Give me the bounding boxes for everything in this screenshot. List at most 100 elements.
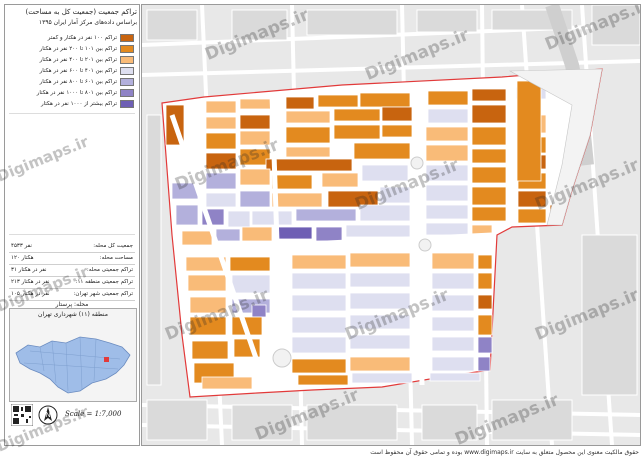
legend-label: تراکم بین ۱۰۱ تا ۲۰۰ نفر در هکتار <box>39 46 117 52</box>
stat-value: ۳۱ نفر در هکتار <box>11 267 47 273</box>
census-block <box>425 144 469 162</box>
legend-swatch <box>120 56 134 64</box>
census-block <box>333 124 381 140</box>
census-block <box>239 168 271 186</box>
census-block <box>285 126 331 144</box>
legend-item: تراکم بین ۲۰۱ تا ۴۰۰ نفر در هکتار <box>9 55 135 65</box>
census-block <box>215 228 241 242</box>
stat-row: جمعیت کل محله: ۴۵۳۳ نفر <box>9 241 135 253</box>
census-block <box>239 130 271 146</box>
tehran-locator-svg <box>15 336 131 394</box>
roundabout <box>418 238 432 252</box>
legend-item: تراکم بین ۸۰۱ تا ۱۰۰۰ نفر در هکتار <box>9 88 135 98</box>
legend-label: تراکم بین ۴۰۱ تا ۶۰۰ نفر در هکتار <box>39 68 117 74</box>
census-block <box>349 292 411 310</box>
census-block <box>361 164 409 182</box>
census-block <box>359 204 411 222</box>
legend-item: تراکم بین ۶۰۱ تا ۸۰۰ نفر در هکتار <box>9 77 135 87</box>
census-block <box>349 334 411 350</box>
census-block <box>471 104 507 124</box>
census-block <box>291 316 347 334</box>
census-block <box>471 206 507 222</box>
legend-swatch <box>120 45 134 53</box>
census-block <box>431 316 475 332</box>
stat-value: ۲۱۳ نفر در هکتار <box>11 279 50 285</box>
stat-value: ۴۵۳۳ نفر <box>11 243 32 249</box>
legend-label: تراکم بین ۶۰۱ تا ۸۰۰ نفر در هکتار <box>39 79 117 85</box>
roundabout <box>272 348 292 368</box>
census-block <box>477 294 493 310</box>
census-block <box>517 208 547 224</box>
census-block <box>205 100 237 114</box>
census-block <box>189 316 227 336</box>
census-block <box>205 116 237 130</box>
census-block <box>359 92 411 108</box>
census-block <box>471 126 507 146</box>
census-block <box>201 376 253 390</box>
stat-label: تراکم جمعیتی منطقه ۱۱: <box>75 279 133 285</box>
census-block <box>231 274 271 294</box>
stat-row: تراکم جمعیتی محله: ۳۱ نفر در هکتار <box>9 265 135 277</box>
census-block <box>425 222 469 236</box>
census-block <box>285 110 331 124</box>
census-block <box>241 226 273 242</box>
stat-value: ۱۲۰ هکتار <box>11 255 34 261</box>
census-block <box>425 184 469 202</box>
census-block <box>425 164 469 182</box>
census-block <box>227 210 251 228</box>
legend-item: تراکم بین ۱۰۱ تا ۲۰۰ نفر در هکتار <box>9 44 135 54</box>
stat-row: تراکم جمعیتی شهر تهران: ۱۰۵ نفر در هکتار <box>9 289 135 301</box>
legend-item: تراکم ۱۰۰ نفر در هکتار و کمتر <box>9 33 135 43</box>
census-block <box>187 274 227 292</box>
census-block <box>431 336 475 352</box>
census-block <box>425 126 469 142</box>
legend-label: تراکم بین ۲۰۱ تا ۴۰۰ نفر در هکتار <box>39 57 117 63</box>
stat-label: مساحت محله: <box>99 255 133 261</box>
census-block <box>471 186 507 206</box>
census-block <box>275 226 313 240</box>
census-block <box>477 336 493 354</box>
census-block <box>297 374 349 386</box>
tehran-city-outline <box>15 336 131 394</box>
scale-text: Scale = 1:7,000 <box>65 410 122 418</box>
census-block <box>427 90 469 106</box>
census-block <box>471 148 507 164</box>
census-block <box>181 230 213 246</box>
census-block <box>516 80 542 182</box>
legend-swatch <box>120 34 134 42</box>
qr-code <box>11 404 33 426</box>
sheet-footer-block: N Scale = 1:7,000 <box>9 402 135 442</box>
legend-swatch <box>120 78 134 86</box>
census-block <box>431 294 475 312</box>
map-canvas: Digimaps.ir Digimaps.ir Digimaps.ir Digi… <box>141 4 641 446</box>
map-svg <box>142 5 640 445</box>
neighborhood-name: محله: پرستار <box>55 301 89 308</box>
locator-map: منطقه (۱۱) شهرداری تهران <box>9 308 137 402</box>
census-block <box>431 252 475 270</box>
legend-label: تراکم بین ۸۰۱ تا ۱۰۰۰ نفر در هکتار <box>36 90 117 96</box>
census-block <box>381 124 413 138</box>
census-block <box>295 208 357 222</box>
census-block <box>477 272 493 290</box>
legend-item: تراکم بین ۴۰۱ تا ۶۰۰ نفر در هکتار <box>9 66 135 76</box>
census-block <box>175 204 199 226</box>
census-block <box>291 336 347 354</box>
census-block <box>239 114 271 130</box>
legend-spacer <box>9 113 135 235</box>
district-name: منطقه (۱۱) شهرداری تهران <box>38 311 108 318</box>
stat-row: مساحت محله: ۱۲۰ هکتار <box>9 253 135 265</box>
census-block <box>353 142 411 160</box>
census-block <box>291 272 347 290</box>
legend-swatch <box>120 100 134 108</box>
census-block <box>431 356 475 372</box>
census-block <box>321 172 359 188</box>
census-block <box>265 158 353 172</box>
stat-label: تراکم جمعیتی شهر تهران: <box>73 291 133 297</box>
census-block <box>205 132 237 150</box>
census-block <box>239 148 271 166</box>
svg-text:N: N <box>45 412 50 419</box>
census-block <box>229 256 271 272</box>
stat-label: تراکم جمعیتی محله: <box>86 267 133 273</box>
census-block <box>333 108 381 122</box>
census-block <box>191 340 229 360</box>
